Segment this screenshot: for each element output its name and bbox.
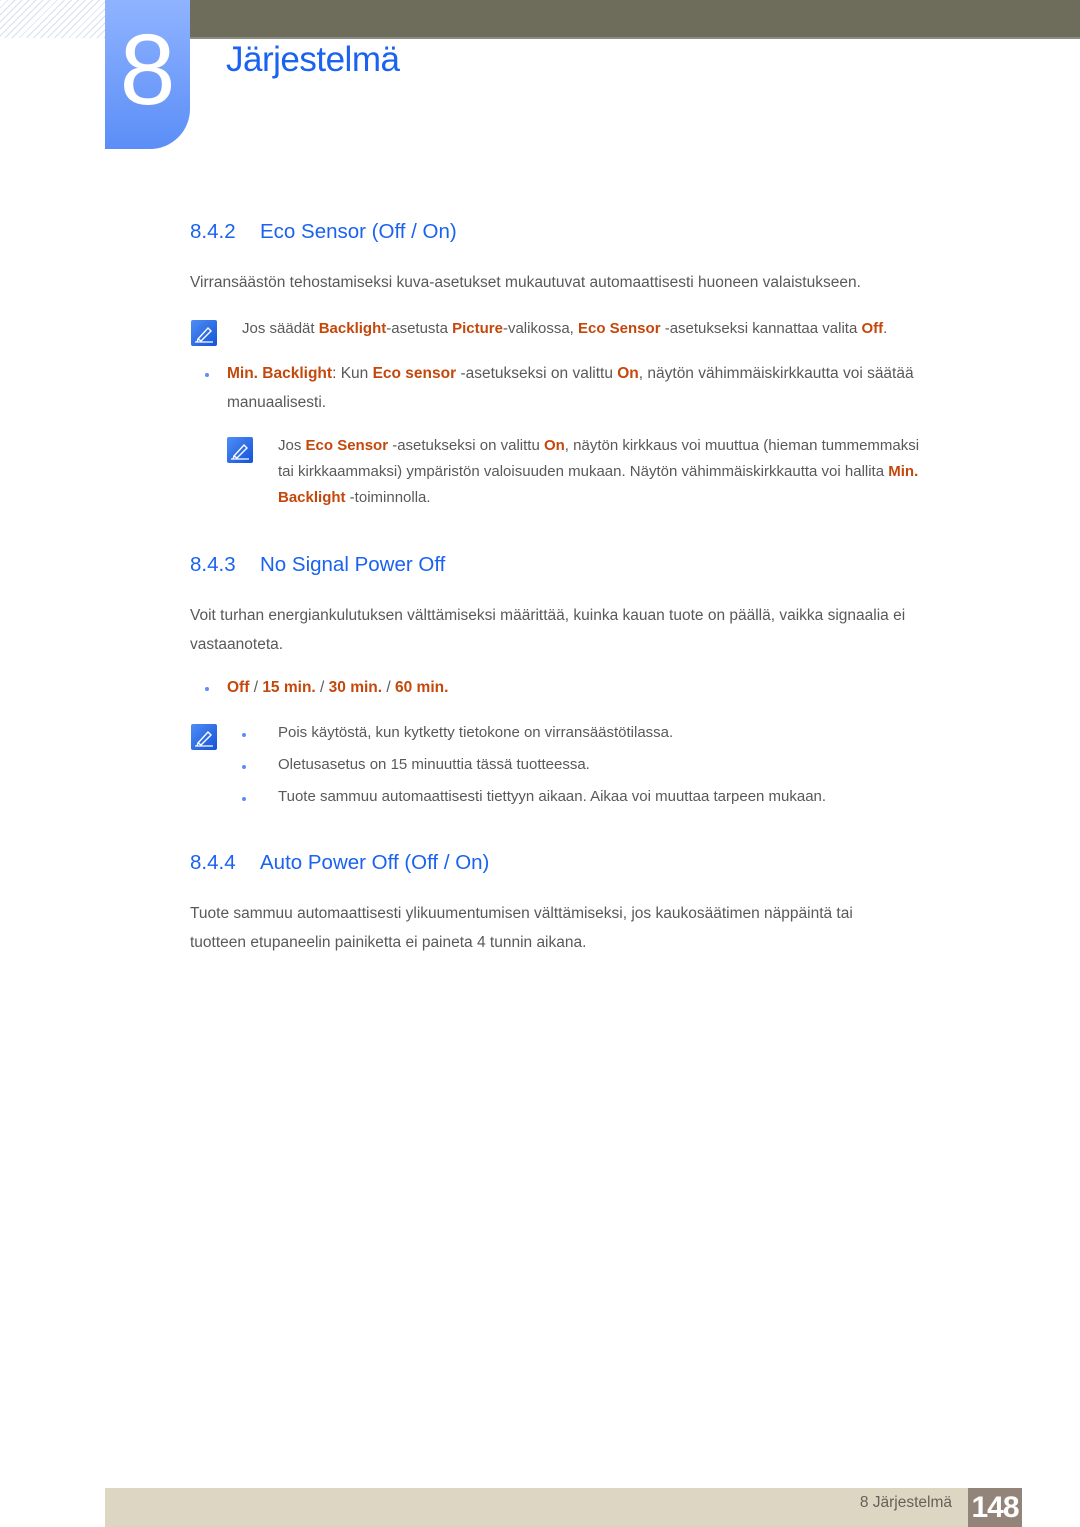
page-number: 148 bbox=[968, 1488, 1022, 1527]
note-text: . bbox=[883, 320, 888, 337]
note-text: tai kirkkaammaksi) ympäristön valoisuude… bbox=[278, 463, 889, 480]
section-number: 8.4.2 bbox=[190, 220, 236, 243]
highlight-backlight: Backlight bbox=[318, 320, 387, 337]
item-text: -asetukseksi on valittu bbox=[456, 365, 618, 382]
min-backlight-item: Min. Backlight: Kun Eco sensor -asetukse… bbox=[227, 359, 1017, 417]
highlight-eco-sensor: Eco sensor bbox=[372, 365, 457, 382]
highlight-on: On bbox=[543, 437, 565, 454]
highlight-backlight: Backlight bbox=[278, 489, 346, 506]
bullet-dot bbox=[242, 765, 246, 769]
intro-line: vastaanoteta. bbox=[190, 636, 284, 653]
option-30-min: 30 min. bbox=[328, 679, 383, 696]
bullet-dot bbox=[205, 687, 209, 691]
section-title: No Signal Power Off bbox=[260, 553, 446, 576]
section-heading-auto-power-off: 8.4.4 Auto Power Off (Off / On) bbox=[190, 851, 489, 875]
no-signal-options: Off / 15 min. / 30 min. / 60 min. bbox=[227, 673, 627, 702]
no-signal-note-3: Tuote sammuu automaattisesti tiettyyn ai… bbox=[278, 788, 827, 805]
no-signal-note-1: Pois käytöstä, kun kytketty tietokone on… bbox=[278, 724, 674, 741]
section-number: 8.4.4 bbox=[190, 851, 236, 874]
note-text: -asetusta bbox=[386, 320, 453, 337]
note-text: -asetukseksi on valittu bbox=[388, 437, 544, 454]
note-text: , näytön kirkkaus voi muuttua (hieman tu… bbox=[564, 437, 920, 454]
section-title: Eco Sensor (Off / On) bbox=[260, 220, 457, 243]
note-text: -asetukseksi kannattaa valita bbox=[660, 320, 862, 337]
header-bar bbox=[190, 0, 1080, 39]
highlight-eco-sensor: Eco Sensor bbox=[305, 437, 389, 454]
highlight-picture: Picture bbox=[452, 320, 503, 337]
note-pencil-icon bbox=[191, 724, 217, 750]
option-60-min: 60 min. bbox=[395, 679, 449, 696]
highlight-eco-sensor: Eco Sensor bbox=[578, 320, 661, 337]
chapter-number: 8 bbox=[119, 14, 176, 126]
no-signal-note-2: Oletusasetus on 15 minuuttia tässä tuott… bbox=[278, 756, 590, 773]
intro-line: Voit turhan energiankulutuksen välttämis… bbox=[190, 607, 906, 624]
section-heading-no-signal-power-off: 8.4.3 No Signal Power Off bbox=[190, 553, 445, 577]
chapter-tab: 8 bbox=[105, 0, 190, 149]
footer-chapter-label: 8 Järjestelmä bbox=[859, 1494, 952, 1511]
intro-line: tuotteen etupaneelin painiketta ei paine… bbox=[190, 934, 587, 951]
item-text: manuaalisesti. bbox=[227, 394, 327, 411]
note-text: -toiminnolla. bbox=[345, 489, 431, 506]
note-pencil-icon bbox=[227, 437, 253, 463]
item-text: , näytön vähimmäiskirkkautta voi säätää bbox=[638, 365, 914, 382]
note-text: Jos säädät bbox=[242, 320, 319, 337]
eco-sensor-intro: Virransäästön tehostamiseksi kuva-asetuk… bbox=[190, 274, 861, 291]
section-number: 8.4.3 bbox=[190, 553, 236, 576]
note-text: Jos bbox=[278, 437, 306, 454]
option-separator: / bbox=[382, 679, 395, 696]
note-pencil-icon bbox=[191, 320, 217, 346]
section-heading-eco-sensor: 8.4.2 Eco Sensor (Off / On) bbox=[190, 220, 457, 244]
option-separator: / bbox=[315, 679, 329, 696]
section-title: Auto Power Off (Off / On) bbox=[260, 851, 490, 874]
auto-power-off-intro: Tuote sammuu automaattisesti ylikuumentu… bbox=[190, 899, 1010, 957]
note-text: -valikossa, bbox=[502, 320, 578, 337]
highlight-min: Min. bbox=[888, 463, 919, 480]
option-15-min: 15 min. bbox=[262, 679, 316, 696]
highlight-on: On bbox=[617, 365, 639, 382]
chapter-title: Järjestelmä bbox=[226, 40, 400, 79]
option-separator: / bbox=[249, 679, 263, 696]
bullet-dot bbox=[242, 797, 246, 801]
decorative-stripes bbox=[0, 0, 105, 38]
no-signal-intro: Voit turhan energiankulutuksen välttämis… bbox=[190, 601, 1010, 659]
bullet-dot bbox=[205, 373, 209, 377]
eco-sensor-subnote: Jos Eco Sensor -asetukseksi on valittu O… bbox=[278, 433, 1013, 511]
eco-sensor-note: Jos säädät Backlight-asetusta Picture-va… bbox=[242, 316, 1012, 342]
option-off: Off bbox=[227, 679, 250, 696]
highlight-off: Off bbox=[861, 320, 884, 337]
item-text: : Kun bbox=[332, 365, 373, 382]
highlight-min-backlight: Min. Backlight bbox=[227, 365, 333, 382]
intro-line: Tuote sammuu automaattisesti ylikuumentu… bbox=[190, 905, 853, 922]
bullet-dot bbox=[242, 733, 246, 737]
